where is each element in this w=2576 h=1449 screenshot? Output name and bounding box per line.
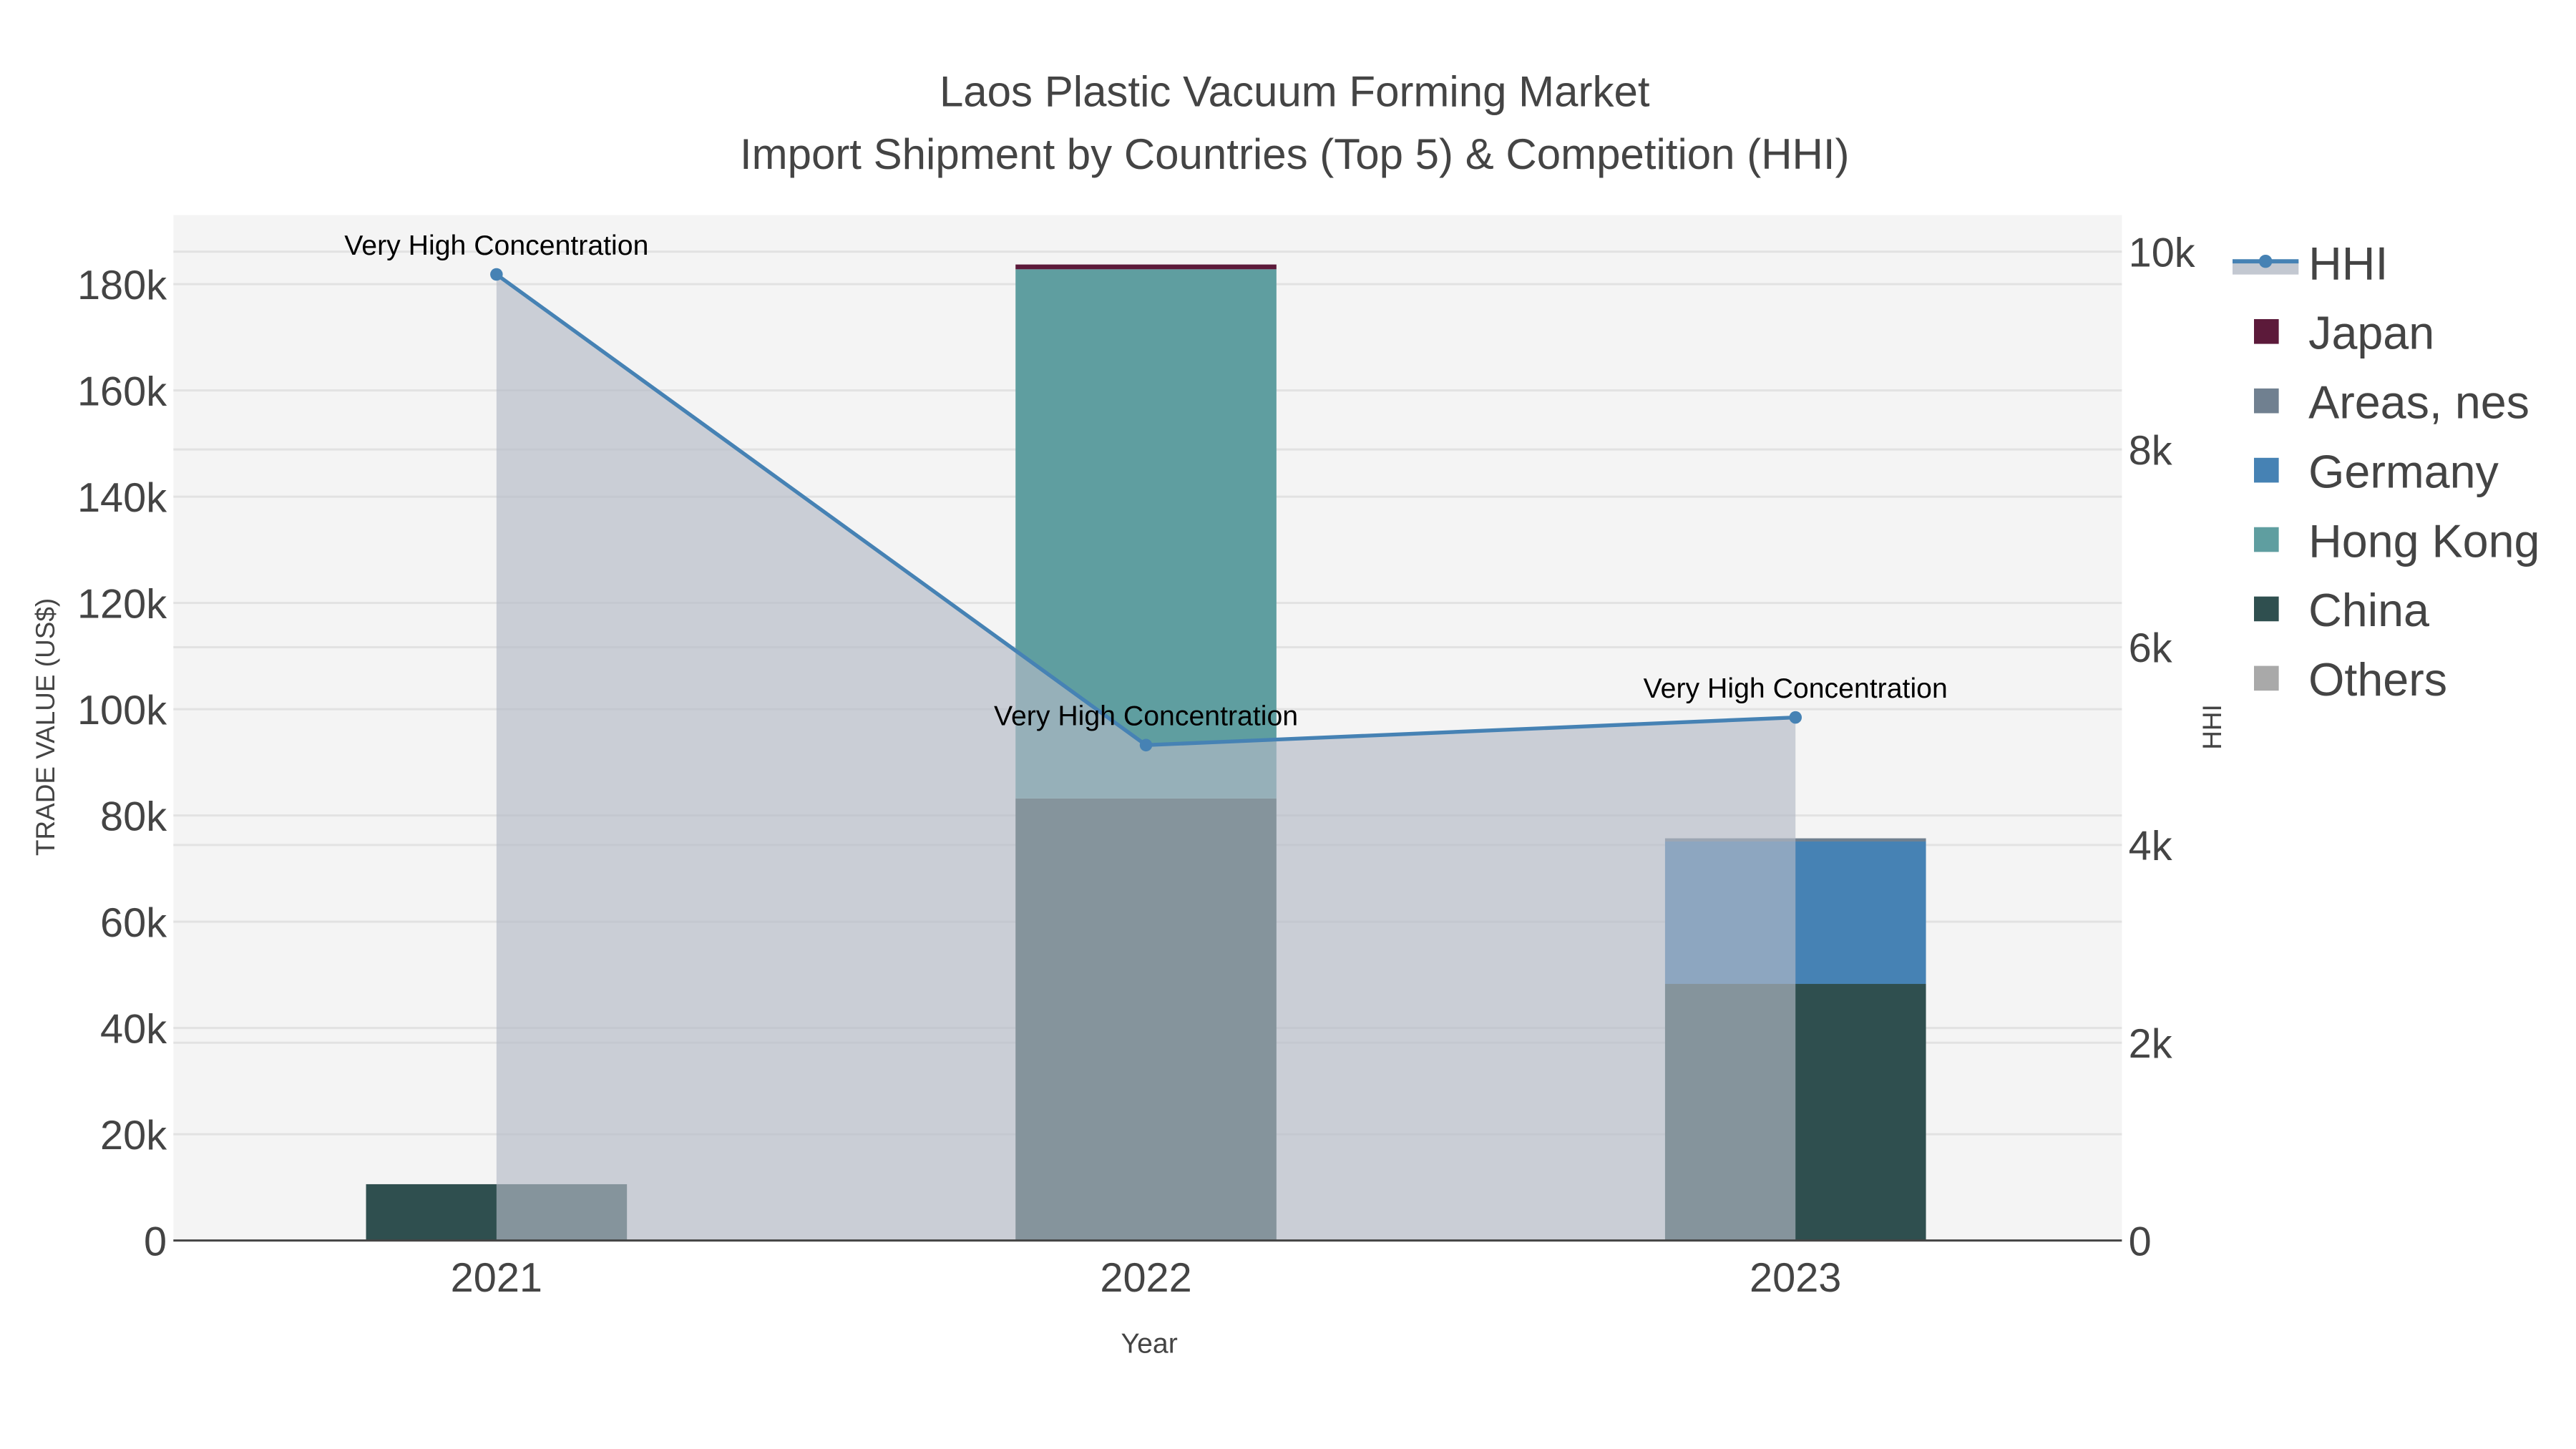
y-tick-label: 100k: [77, 688, 167, 733]
legend-label: Others: [2308, 654, 2447, 706]
y-tick-label: 140k: [77, 475, 167, 521]
legend-label: China: [2308, 585, 2429, 636]
y-tick-label: 20k: [100, 1113, 167, 1158]
hhi-point-2023[interactable]: [1789, 711, 1802, 724]
chart-title: Laos Plastic Vacuum Forming Market: [940, 67, 1650, 115]
y-tick-label: 60k: [100, 900, 167, 946]
hhi-point-2021[interactable]: [490, 268, 503, 281]
legend-label: Hong Kong: [2308, 515, 2540, 567]
x-tick-label: 2022: [1100, 1255, 1191, 1301]
legend-swatch: [2254, 318, 2279, 344]
legend-label: Areas, nes: [2308, 376, 2529, 428]
legend-swatch: [2254, 665, 2279, 691]
x-tick-label: 2023: [1750, 1255, 1841, 1301]
y-tick-label: 0: [144, 1219, 167, 1264]
legend-label: HHI: [2308, 238, 2388, 290]
hhi-point-2022[interactable]: [1139, 738, 1153, 752]
bar-japan-2022[interactable]: [1015, 264, 1277, 270]
legend-swatch: [2254, 596, 2279, 622]
y2-axis-label: HHI: [2197, 704, 2227, 750]
legend-swatch: [2254, 527, 2279, 552]
x-axis-label: Year: [1121, 1328, 1178, 1360]
hhi-annotation: Very High Concentration: [1644, 673, 1948, 704]
hhi-annotation: Very High Concentration: [994, 701, 1298, 732]
legend-swatch: [2258, 254, 2273, 268]
y2-tick-label: 4k: [2129, 824, 2172, 869]
y-tick-label: 120k: [77, 581, 167, 627]
y-tick-label: 40k: [100, 1006, 167, 1052]
legend-swatch: [2254, 457, 2279, 483]
y-axis-label: TRADE VALUE (US$): [31, 598, 60, 856]
chart: Very High Concentration Very High Concent…: [0, 0, 2576, 1449]
y-tick-label: 80k: [100, 794, 167, 839]
x-tick-label: 2021: [451, 1255, 542, 1301]
chart-subtitle: Import Shipment by Countries (Top 5) & C…: [740, 130, 1850, 178]
y2-tick-label: 8k: [2129, 428, 2172, 474]
legend-label: Germany: [2308, 446, 2499, 497]
legend-label: Japan: [2308, 308, 2434, 359]
y2-tick-label: 0: [2129, 1219, 2152, 1264]
y2-tick-label: 2k: [2129, 1021, 2172, 1067]
y-tick-label: 180k: [77, 263, 167, 308]
y2-tick-label: 6k: [2129, 625, 2172, 671]
y-tick-label: 160k: [77, 369, 167, 414]
y2-tick-label: 10k: [2129, 230, 2195, 275]
legend-swatch: [2254, 388, 2279, 414]
hhi-annotation: Very High Concentration: [344, 230, 648, 261]
